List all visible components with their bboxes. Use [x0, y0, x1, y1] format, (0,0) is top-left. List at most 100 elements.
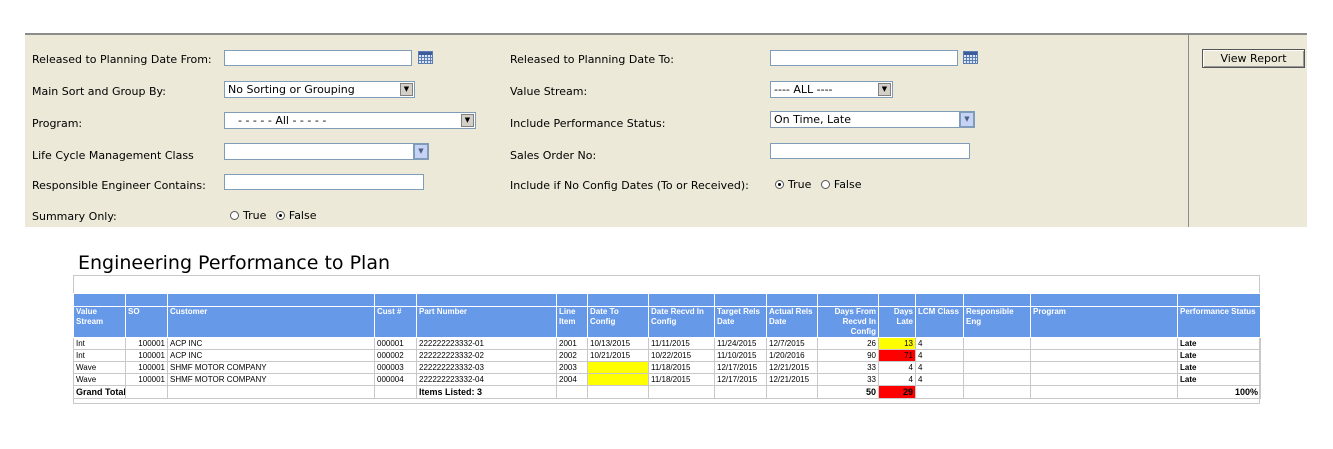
cell-days-late: 4	[878, 361, 916, 374]
cell-lcm-class: 4	[915, 337, 964, 350]
cell-days-from-recvd: 26	[817, 337, 879, 350]
table-row: Wave 100001 SHMF MOTOR COMPANY 000004 222222…	[73, 373, 1261, 386]
chevron-down-icon[interactable]: ▼	[414, 144, 428, 159]
cell-performance-status: Late	[1177, 349, 1261, 362]
chevron-down-icon[interactable]: ▼	[878, 83, 891, 96]
chevron-down-icon[interactable]: ▼	[960, 112, 974, 127]
cell-actual-rels-date: 12/7/2015	[766, 337, 818, 350]
no-config-true-option[interactable]: True	[775, 178, 811, 191]
view-report-button[interactable]: View Report	[1202, 49, 1305, 68]
sort-select-value: No Sorting or Grouping	[228, 83, 355, 96]
calendar-icon[interactable]	[963, 51, 978, 64]
cell-responsible-eng	[963, 361, 1031, 374]
perf-status-dropdown[interactable]: ▼	[959, 111, 975, 128]
total-cell-days-late: 29	[878, 385, 916, 399]
radio-icon[interactable]	[820, 180, 830, 189]
cell-date-recvd-config: 11/18/2015	[648, 361, 715, 374]
cell-part-number: 222222223332-01	[416, 337, 557, 350]
released-from-input[interactable]	[224, 50, 412, 66]
column-header-cust-num[interactable]: Cust #	[374, 306, 417, 338]
cell-days-from-recvd: 90	[817, 349, 879, 362]
cell-part-number: 222222223332-02	[416, 349, 557, 362]
summary-false-option[interactable]: False	[275, 209, 317, 222]
cell-lcm-class: 4	[915, 349, 964, 362]
column-header-part-number[interactable]: Part Number	[416, 306, 557, 338]
column-header-responsible-eng[interactable]: Responsible Eng	[963, 306, 1031, 338]
cell-days-from-recvd: 33	[817, 373, 879, 386]
column-header-days-late[interactable]: Days Late	[878, 306, 916, 338]
program-select[interactable]: - - - - - All - - - - - ▼	[224, 112, 476, 129]
engineer-input[interactable]	[224, 174, 424, 190]
total-cell-performance-status: 100%	[1177, 385, 1261, 399]
chevron-down-icon[interactable]: ▼	[400, 83, 413, 96]
sort-select[interactable]: No Sorting or Grouping ▼	[224, 81, 415, 98]
value-stream-label: Value Stream:	[510, 85, 588, 98]
released-to-input[interactable]	[770, 50, 958, 66]
summary-true-option[interactable]: True	[230, 209, 266, 222]
cell-customer: ACP INC	[167, 337, 375, 350]
column-header-date-recvd-config[interactable]: Date Recvd In Config	[648, 306, 715, 338]
perf-status-select[interactable]: On Time, Late	[770, 111, 960, 128]
column-header-lcm-class[interactable]: LCM Class	[915, 306, 964, 338]
column-header-performance-status[interactable]: Performance Status	[1177, 306, 1261, 338]
header-bar-cell	[963, 293, 1031, 307]
radio-icon[interactable]	[775, 180, 784, 189]
no-config-true-label: True	[788, 178, 812, 191]
radio-icon[interactable]	[230, 211, 239, 220]
cell-program	[1030, 337, 1178, 350]
total-cell-value-stream: Grand Total	[73, 385, 126, 399]
header-bar-cell	[714, 293, 767, 307]
header-bar-cell	[648, 293, 715, 307]
column-header-customer[interactable]: Customer	[167, 306, 375, 338]
total-cell-lcm-class	[915, 385, 964, 399]
column-header-line-item[interactable]: Line Item	[556, 306, 588, 338]
released-from-label: Released to Planning Date From:	[32, 53, 212, 66]
header-bar-cell	[766, 293, 818, 307]
sales-order-input[interactable]	[770, 143, 970, 159]
cell-cust-num: 000001	[374, 337, 417, 350]
cell-value-stream: Wave	[73, 373, 126, 386]
column-header-actual-rels-date[interactable]: Actual Rels Date	[766, 306, 818, 338]
chevron-down-icon[interactable]: ▼	[461, 114, 474, 127]
total-cell-program	[1030, 385, 1178, 399]
perf-status-label: Include Performance Status:	[510, 117, 666, 130]
grand-total-row: Grand Total Items Listed: 3 50 29 100%	[73, 385, 1261, 399]
header-bar-cell	[416, 293, 557, 307]
total-cell-date-to-config	[587, 385, 649, 399]
cell-date-to-config	[587, 361, 649, 374]
cell-date-to-config: 10/21/2015	[587, 349, 649, 362]
column-header-value-stream[interactable]: Value Stream	[73, 306, 126, 338]
program-select-value: - - - - - All - - - - -	[238, 114, 327, 127]
engineer-label: Responsible Engineer Contains:	[32, 179, 206, 192]
column-header-days-from-recvd[interactable]: Days From Recvd In Config	[817, 306, 879, 338]
cell-date-recvd-config: 10/22/2015	[648, 349, 715, 362]
no-config-label: Include if No Config Dates (To or Receiv…	[510, 179, 749, 192]
cell-cust-num: 000003	[374, 361, 417, 374]
cell-date-recvd-config: 11/18/2015	[648, 373, 715, 386]
calendar-icon[interactable]	[418, 51, 433, 64]
radio-icon[interactable]	[275, 211, 285, 220]
cell-date-to-config	[587, 373, 649, 386]
cell-days-late: 13	[878, 337, 916, 350]
lcm-select[interactable]	[224, 143, 414, 160]
column-header-so[interactable]: SO	[125, 306, 168, 338]
program-label: Program:	[32, 117, 83, 130]
lcm-dropdown[interactable]: ▼	[413, 143, 429, 160]
cell-actual-rels-date: 12/21/2015	[766, 373, 818, 386]
total-cell-line-item	[556, 385, 588, 399]
column-header-program[interactable]: Program	[1030, 306, 1178, 338]
total-cell-actual-rels-date	[766, 385, 818, 399]
cell-performance-status: Late	[1177, 337, 1261, 350]
value-stream-select[interactable]: ---- ALL ---- ▼	[770, 81, 893, 98]
cell-lcm-class: 4	[915, 361, 964, 374]
no-config-false-option[interactable]: False	[820, 178, 862, 191]
table-row: Int 100001 ACP INC 000001 222222223332-01 200…	[73, 337, 1261, 350]
no-config-radio-group: True False	[775, 178, 868, 191]
column-header-target-rels-date[interactable]: Target Rels Date	[714, 306, 767, 338]
cell-line-item: 2003	[556, 361, 588, 374]
column-header-date-to-config[interactable]: Date To Config	[587, 306, 649, 338]
total-cell-days-from-recvd: 50	[817, 385, 879, 399]
released-to-label: Released to Planning Date To:	[510, 53, 674, 66]
total-cell-so	[125, 385, 168, 399]
cell-line-item: 2004	[556, 373, 588, 386]
